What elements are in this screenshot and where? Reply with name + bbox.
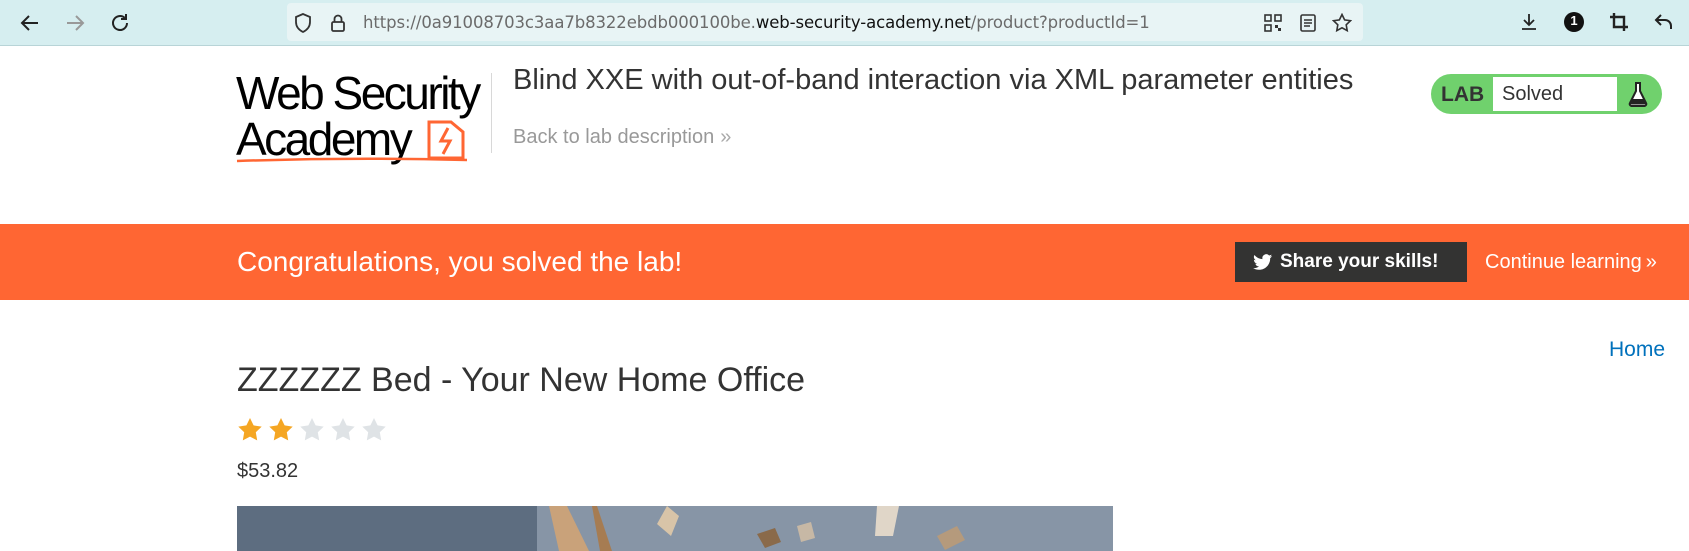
lab-status-widget: LAB Solved	[1431, 74, 1662, 114]
logo-underline-icon	[236, 157, 468, 163]
star-filled-icon	[236, 416, 264, 444]
congratulations-message: Congratulations, you solved the lab!	[237, 246, 683, 277]
lab-label: LAB	[1441, 83, 1485, 106]
qr-code-icon[interactable]	[1262, 12, 1284, 34]
shield-icon[interactable]	[292, 12, 314, 34]
lab-status-text: Solved	[1493, 77, 1617, 111]
browser-toolbar: https://0a91008703c3aa7b8322ebdb000100be…	[0, 0, 1689, 46]
url-prefix: https://0a91008703c3aa7b8322ebdb000100be…	[363, 13, 756, 32]
reader-view-icon[interactable]	[1297, 12, 1319, 34]
home-link[interactable]: Home	[1609, 338, 1665, 362]
twitter-bird-icon	[1253, 253, 1273, 271]
solved-banner: Congratulations, you solved the lab! Sha…	[0, 224, 1689, 300]
double-chevron-right-icon: »	[1645, 251, 1657, 273]
product-rating	[236, 416, 388, 444]
url-path: /product?productId=1	[970, 13, 1150, 32]
product-title: ZZZZZZ Bed - Your New Home Office	[237, 361, 806, 399]
share-your-skills-button[interactable]: Share your skills!	[1235, 242, 1467, 282]
star-empty-icon	[298, 416, 326, 444]
star-empty-icon	[360, 416, 388, 444]
product-price: $53.82	[237, 460, 299, 482]
undo-arrow-icon[interactable]	[1650, 8, 1678, 36]
logo-line-1: Web Security	[236, 67, 481, 119]
header-divider	[491, 73, 492, 153]
download-icon[interactable]	[1515, 8, 1543, 36]
extension-badge-icon[interactable]: 1	[1560, 8, 1588, 36]
url-host: web-security-academy.net	[755, 13, 971, 32]
double-chevron-right-icon: »	[720, 126, 732, 148]
back-link-label: Back to lab description	[513, 126, 715, 148]
address-bar[interactable]: https://0a91008703c3aa7b8322ebdb000100be…	[287, 3, 1363, 41]
product-image	[237, 506, 1113, 551]
flask-icon	[1623, 78, 1653, 110]
back-to-lab-description-link[interactable]: Back to lab description»	[513, 126, 731, 149]
forward-arrow-icon[interactable]	[60, 8, 90, 38]
web-security-academy-logo[interactable]: Web Security Academy	[236, 70, 491, 166]
lab-title: Blind XXE with out-of-band interaction v…	[513, 64, 1354, 96]
extension-badge-count: 1	[1570, 13, 1578, 28]
crop-icon[interactable]	[1605, 8, 1633, 36]
continue-learning-label: Continue learning	[1485, 251, 1642, 273]
continue-learning-link[interactable]: Continue learning»	[1485, 251, 1657, 274]
bookmark-star-icon[interactable]	[1331, 12, 1353, 34]
share-button-label: Share your skills!	[1280, 251, 1439, 272]
url-text: https://0a91008703c3aa7b8322ebdb000100be…	[363, 13, 1150, 32]
reload-icon[interactable]	[105, 8, 135, 38]
star-filled-icon	[267, 416, 295, 444]
back-arrow-icon[interactable]	[15, 8, 45, 38]
lock-icon[interactable]	[327, 12, 349, 34]
star-empty-icon	[329, 416, 357, 444]
